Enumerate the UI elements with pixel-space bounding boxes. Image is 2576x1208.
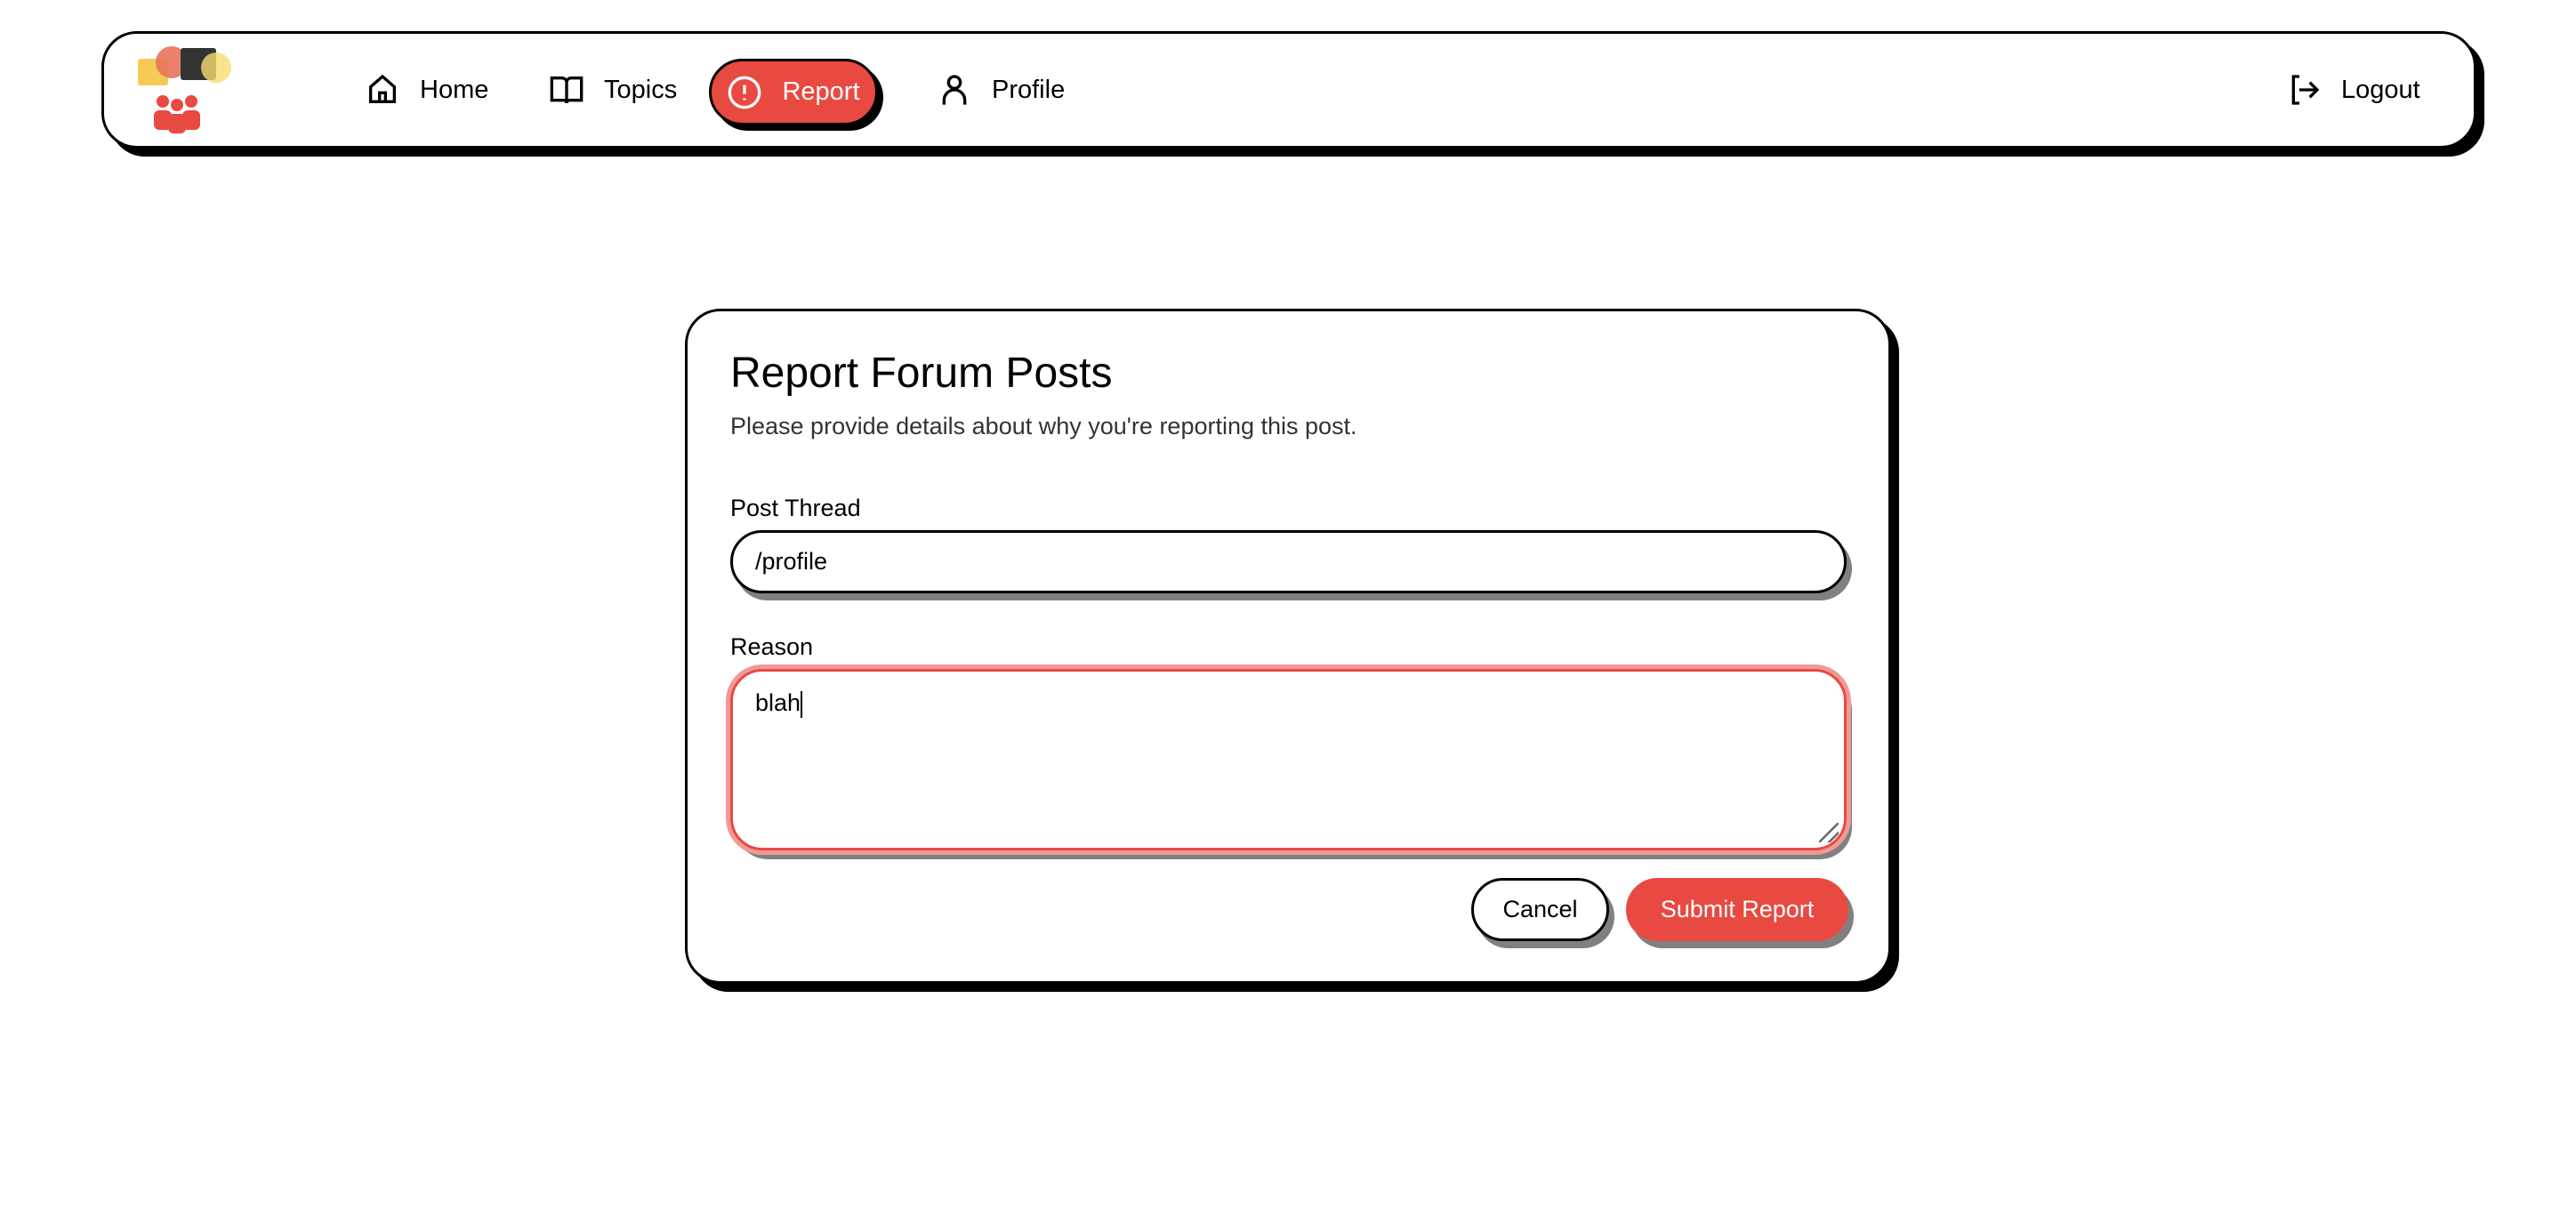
- page-title: Report Forum Posts: [730, 350, 1113, 397]
- logout-button[interactable]: Logout: [2286, 34, 2420, 146]
- nav-home[interactable]: Home: [365, 34, 488, 146]
- home-icon: [369, 74, 396, 103]
- reason-textarea[interactable]: blah: [730, 669, 1847, 850]
- navbar: Home Topics Report Profile Logout: [101, 31, 2476, 149]
- book-icon: [550, 77, 584, 104]
- logo-icon[interactable]: [134, 46, 250, 135]
- nav-report-label: Report: [782, 77, 860, 106]
- nav-home-label: Home: [420, 75, 489, 104]
- nav-profile[interactable]: Profile: [937, 34, 1065, 146]
- resize-handle-icon[interactable]: [1819, 823, 1839, 842]
- reason-value: blah: [755, 689, 801, 716]
- submit-report-button[interactable]: Submit Report: [1626, 878, 1848, 941]
- alert-circle-icon: [729, 76, 761, 109]
- post-thread-value: /profile: [755, 548, 828, 575]
- logout-icon: [2291, 75, 2320, 105]
- report-form-card: Report Forum Posts Please provide detail…: [685, 309, 1891, 984]
- cancel-button[interactable]: Cancel: [1471, 878, 1609, 941]
- text-caret: [801, 690, 803, 718]
- user-icon: [942, 75, 967, 105]
- post-thread-label: Post Thread: [730, 495, 861, 521]
- page-subtitle: Please provide details about why you're …: [730, 413, 1357, 439]
- post-thread-input[interactable]: /profile: [730, 530, 1847, 593]
- nav-topics[interactable]: Topics: [549, 34, 677, 146]
- reason-label: Reason: [730, 633, 814, 660]
- nav-report[interactable]: Report: [709, 59, 878, 125]
- nav-profile-label: Profile: [992, 75, 1066, 104]
- logout-label: Logout: [2341, 75, 2420, 104]
- nav-topics-label: Topics: [604, 75, 678, 104]
